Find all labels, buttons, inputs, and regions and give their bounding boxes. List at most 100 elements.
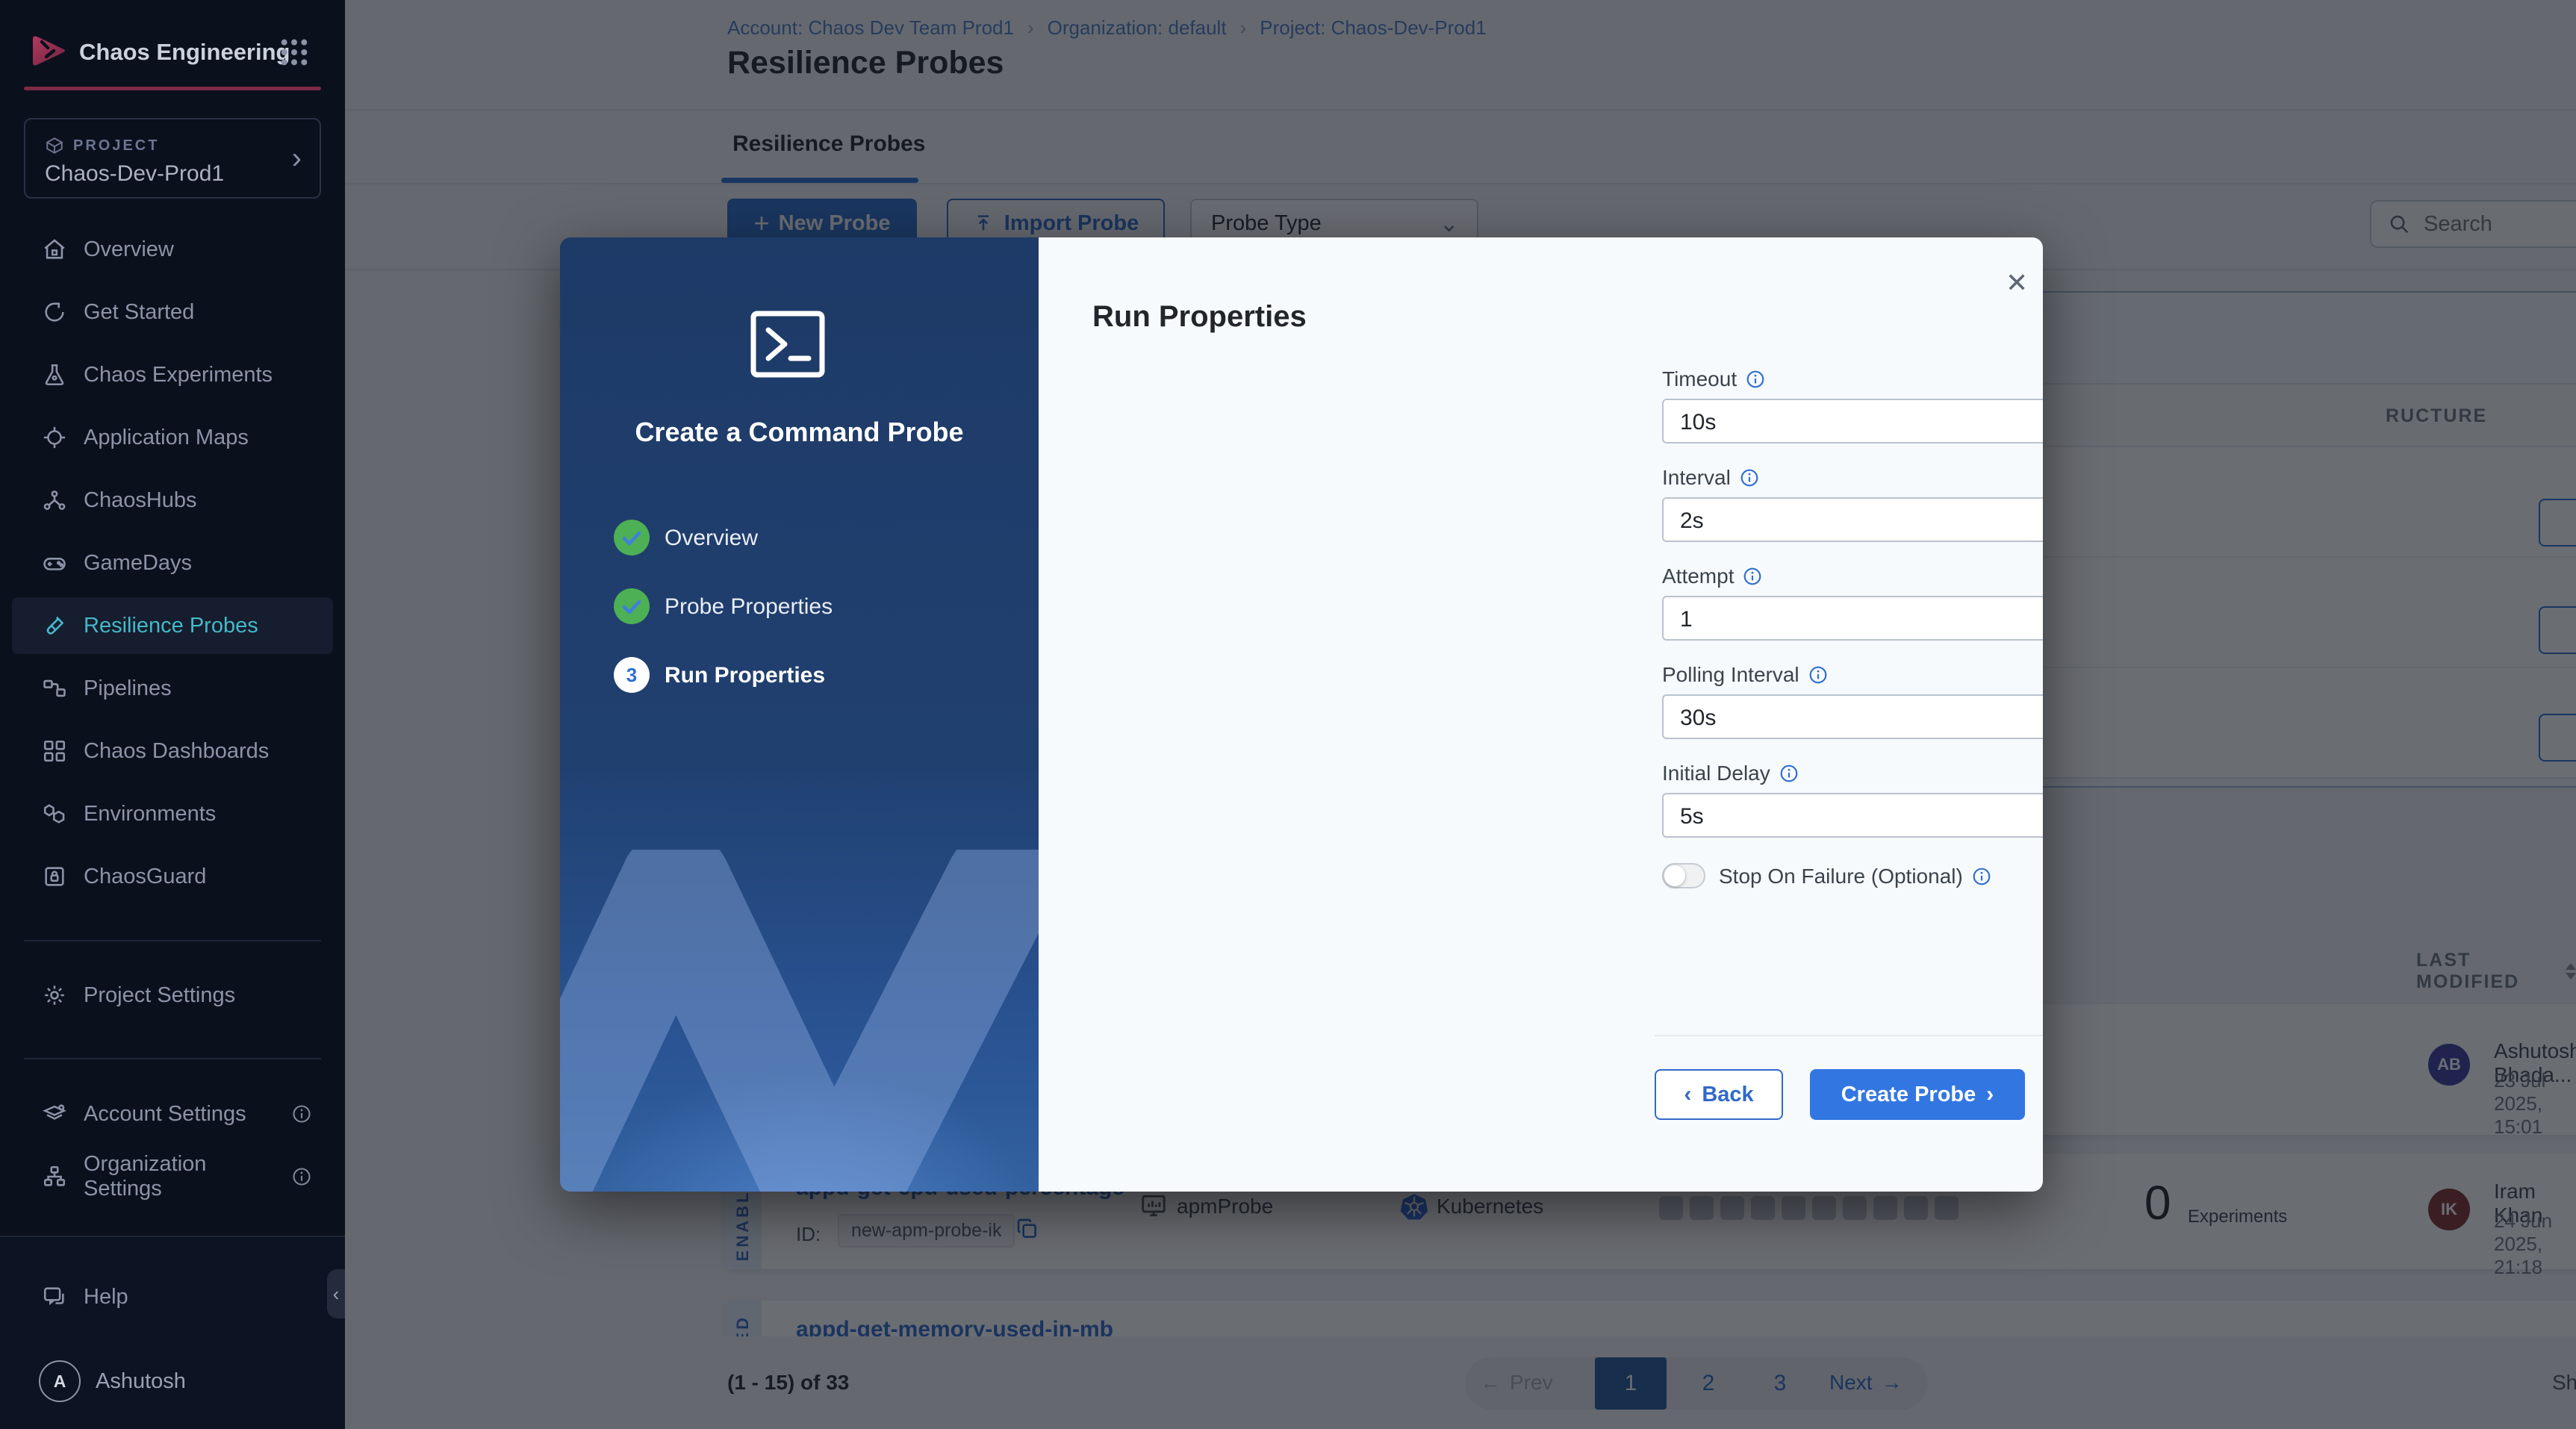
info-icon <box>291 1103 312 1124</box>
sidebar-item-label: Overview <box>84 237 174 261</box>
dashboards-icon <box>43 740 66 762</box>
field-label-interval: Interval <box>1662 466 1731 489</box>
divider <box>1655 1035 2043 1036</box>
pipelines-icon <box>43 679 66 697</box>
info-icon[interactable] <box>1808 665 1828 685</box>
sidebar-item-label: Chaos Dashboards <box>84 738 270 763</box>
org-tree-gear-icon <box>43 1165 66 1186</box>
project-name: Chaos-Dev-Prod1 <box>45 161 225 186</box>
flask-icon <box>45 364 64 386</box>
divider <box>24 940 321 941</box>
step-complete-icon <box>614 588 650 624</box>
sidebar-item-label: Get Started <box>84 299 195 324</box>
get-started-icon <box>45 302 64 322</box>
sidebar-item-resilience-probes[interactable]: Resilience Probes <box>12 597 333 654</box>
sidebar-item-get-started[interactable]: Get Started <box>12 284 333 340</box>
test-tube-icon <box>46 616 64 635</box>
sidebar-item-label: Account Settings <box>84 1101 246 1126</box>
modal-wizard-panel: Create a Command Probe Overview Probe Pr… <box>560 237 1039 1192</box>
field-label-polling-interval: Polling Interval <box>1662 663 1799 686</box>
harness-watermark <box>560 850 1039 1192</box>
initial-delay-input[interactable]: 5s <box>1662 793 2043 838</box>
module-accent-rule <box>24 87 321 90</box>
help-chat-icon <box>43 1287 64 1306</box>
sidebar-item-label: Chaos Experiments <box>84 362 273 387</box>
interval-input[interactable]: 2s <box>1662 497 2043 542</box>
user-name[interactable]: Ashutosh <box>96 1369 186 1394</box>
info-icon[interactable] <box>1743 567 1762 586</box>
gamepad-icon <box>43 558 66 570</box>
info-icon[interactable] <box>1779 764 1799 783</box>
user-avatar[interactable]: A <box>39 1360 81 1402</box>
step-label[interactable]: Overview <box>665 526 758 551</box>
close-icon[interactable]: ✕ <box>2006 267 2028 299</box>
step-label[interactable]: Probe Properties <box>665 594 833 620</box>
sidebar-item-account-settings[interactable]: Account Settings <box>12 1086 333 1142</box>
wizard-step-probe-properties[interactable] <box>614 588 650 628</box>
sidebar-item-label: Project Settings <box>84 983 236 1007</box>
field-label-attempt: Attempt <box>1662 564 1735 588</box>
target-icon <box>43 426 66 449</box>
hub-network-icon <box>43 491 66 510</box>
command-terminal-icon <box>750 311 825 378</box>
create-probe-button[interactable]: Create Probe › <box>1810 1069 2025 1120</box>
home-icon <box>44 239 65 259</box>
chevron-right-icon: › <box>291 142 302 175</box>
sidebar-item-help[interactable]: Help <box>12 1268 333 1325</box>
sidebar-item-organization-settings[interactable]: Organization Settings <box>12 1148 333 1205</box>
info-icon[interactable] <box>1972 867 1991 886</box>
toggle-knob <box>1664 865 1685 886</box>
info-icon[interactable] <box>1740 468 1759 488</box>
sidebar-item-application-maps[interactable]: Application Maps <box>12 409 333 466</box>
field-label-timeout: Timeout <box>1662 367 1737 390</box>
step-number-icon[interactable]: 3 <box>614 657 650 693</box>
environments-icon <box>43 804 65 824</box>
step-label[interactable]: Run Properties <box>665 663 825 688</box>
sidebar-item-environments[interactable]: Environments <box>12 785 333 842</box>
chaos-engineering-logo-icon <box>33 36 65 66</box>
info-icon <box>291 1166 312 1187</box>
info-icon[interactable] <box>1746 370 1765 389</box>
gear-icon <box>45 986 64 1005</box>
sidebar-item-chaosguard[interactable]: ChaosGuard <box>12 848 333 905</box>
sidebar-item-label: Pipelines <box>84 676 172 700</box>
sidebar-item-label: Application Maps <box>84 425 249 449</box>
sidebar-item-gamedays[interactable]: GameDays <box>12 535 333 591</box>
project-label: PROJECT <box>73 137 160 154</box>
sidebar-item-overview[interactable]: Overview <box>12 221 333 278</box>
wizard-step-overview[interactable] <box>614 520 650 559</box>
page: Chaos Engineering PROJECT Chaos-Dev-Prod… <box>0 0 2576 1429</box>
wizard-title: Create a Command Probe <box>635 417 964 447</box>
modal-form-panel: ✕ Run Properties Timeout 10s Interval 2s… <box>1039 237 2043 1192</box>
layers-gear-icon <box>43 1104 66 1120</box>
timeout-input[interactable]: 10s <box>1662 399 2043 443</box>
sidebar-item-pipelines[interactable]: Pipelines <box>12 660 333 717</box>
sidebar-item-label: ChaosHubs <box>84 488 197 512</box>
sidebar-item-chaos-dashboards[interactable]: Chaos Dashboards <box>12 723 333 779</box>
sidebar-item-label: Resilience Probes <box>84 613 258 638</box>
app-title: Chaos Engineering <box>79 39 290 65</box>
sidebar-item-chaos-experiments[interactable]: Chaos Experiments <box>12 346 333 403</box>
step-complete-icon <box>614 520 650 555</box>
sidebar-item-label: Organization Settings <box>84 1152 207 1201</box>
field-label-initial-delay: Initial Delay <box>1662 762 1770 785</box>
sidebar-item-project-settings[interactable]: Project Settings <box>12 967 333 1024</box>
polling-interval-input[interactable]: 30s <box>1662 694 2043 739</box>
attempt-input[interactable]: 1 <box>1662 596 2043 641</box>
sidebar-item-label: Help <box>84 1284 128 1309</box>
sidebar-item-chaoshubs[interactable]: ChaosHubs <box>12 472 333 529</box>
modal-title: Run Properties <box>1092 300 1307 333</box>
chevron-left-icon: ‹ <box>1684 1082 1692 1106</box>
project-selector[interactable]: PROJECT Chaos-Dev-Prod1 › <box>24 118 321 199</box>
toggle-label: Stop On Failure (Optional) <box>1719 865 1963 888</box>
create-command-probe-modal: Create a Command Probe Overview Probe Pr… <box>560 237 2043 1192</box>
sidebar-collapse-handle[interactable]: ‹ <box>327 1269 345 1319</box>
chevron-right-icon: › <box>1986 1082 1994 1106</box>
sidebar-item-label: ChaosGuard <box>84 864 207 888</box>
back-button[interactable]: ‹ Back <box>1655 1069 1783 1120</box>
project-box-icon <box>46 137 63 154</box>
module-grid-icon[interactable] <box>279 37 309 67</box>
sidebar-item-label: Environments <box>84 801 217 826</box>
stop-on-failure-toggle[interactable] <box>1662 863 1705 888</box>
sidebar-item-label: GameDays <box>84 550 193 575</box>
